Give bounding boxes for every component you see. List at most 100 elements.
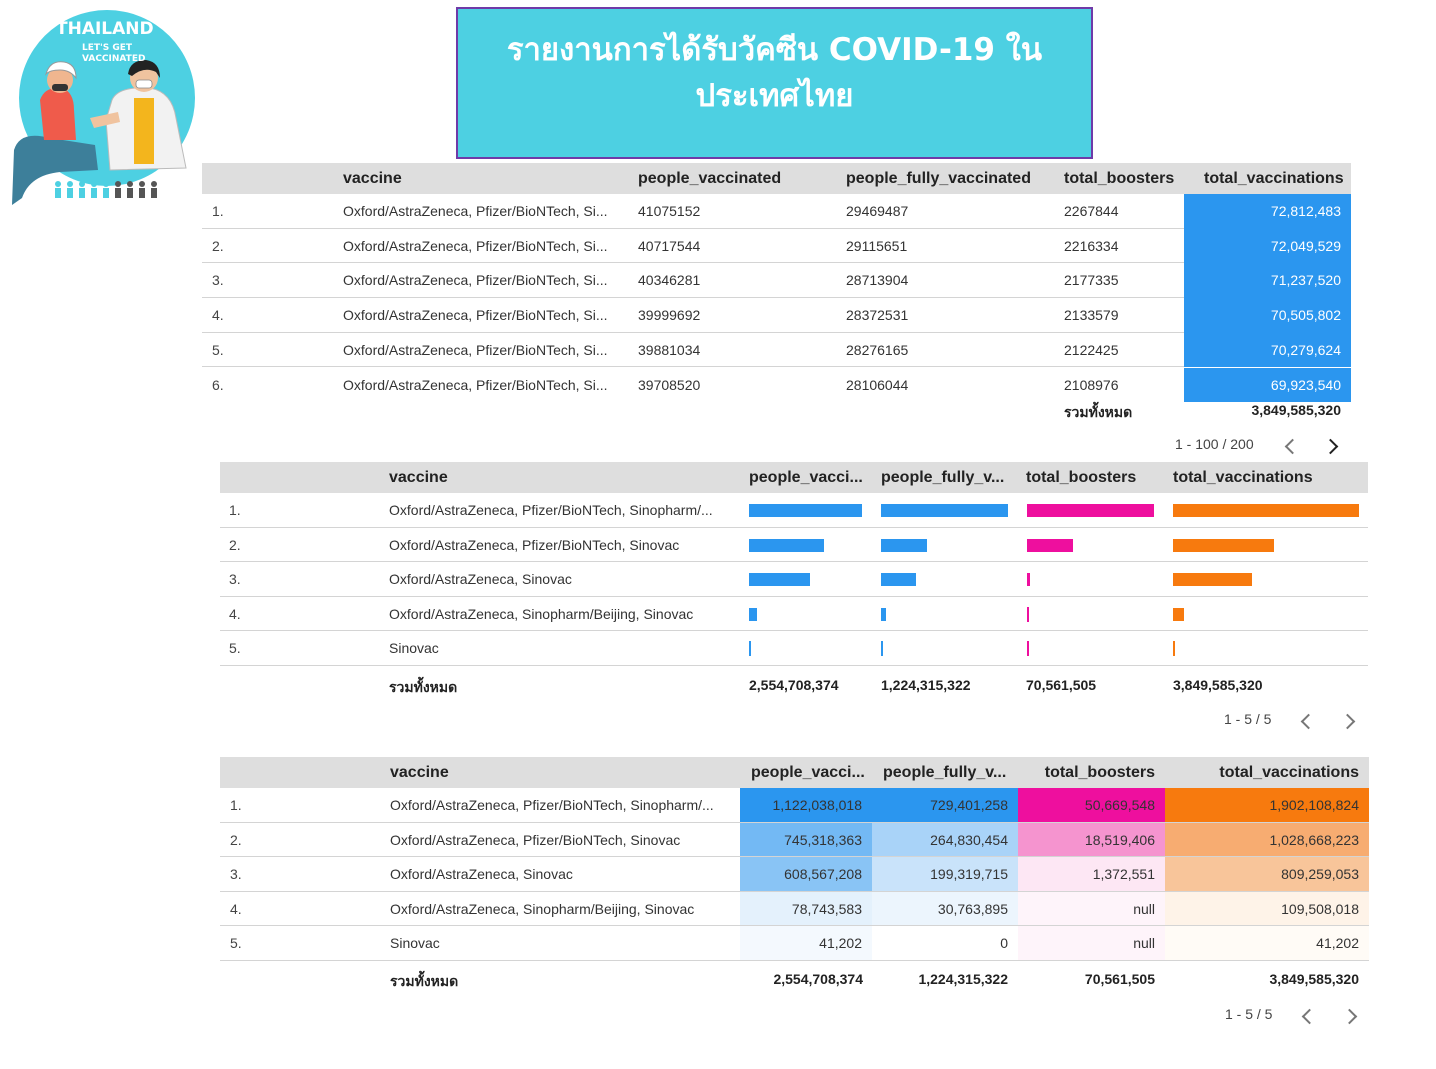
header-people-vaccinated[interactable]: people_vacci... [751, 757, 865, 788]
bar-total-boosters [1027, 606, 1029, 622]
table-row[interactable]: 3. Oxford/AstraZeneca, Pfizer/BioNTech, S… [202, 263, 1351, 299]
table-row[interactable]: 2. Oxford/AstraZeneca, Pfizer/BioNTech, S… [220, 528, 1368, 563]
bar-total-boosters [1027, 641, 1029, 657]
cell-total-boosters: 50,669,548 [1018, 788, 1165, 822]
header-total-boosters[interactable]: total_boosters [1018, 757, 1155, 788]
pagination-label: 1 - 5 / 5 [1225, 1006, 1273, 1022]
row-index: 3. [230, 866, 242, 883]
cell-total-vaccinations: 70,505,802 [1184, 298, 1351, 333]
header-total-vaccinations[interactable]: total_vaccinations [1204, 163, 1344, 194]
total-people-vaccinated: 2,554,708,374 [773, 971, 863, 987]
cell-total-vaccinations: 809,259,053 [1165, 857, 1369, 891]
table-row[interactable]: 1. Oxford/AstraZeneca, Pfizer/BioNTech, S… [220, 493, 1368, 528]
cell-vaccine: Oxford/AstraZeneca, Pfizer/BioNTech, Sin… [390, 831, 681, 848]
table-row[interactable]: 5. Oxford/AstraZeneca, Pfizer/BioNTech, S… [202, 332, 1351, 368]
header-vaccine[interactable]: vaccine [390, 757, 449, 788]
table-row[interactable]: 5. Sinovac 41,202 0 null 41,202 [220, 926, 1369, 961]
cell-people-fully-vaccinated: 29469487 [846, 203, 909, 219]
table-row[interactable]: 3. Oxford/AstraZeneca, Sinovac 608,567,208… [220, 857, 1369, 892]
cell-people-fully-vaccinated: 0 [872, 926, 1018, 960]
row-index: 1. [212, 203, 224, 219]
next-page-icon[interactable] [1341, 1008, 1358, 1025]
row-index: 4. [230, 900, 242, 917]
next-page-icon[interactable] [1339, 713, 1356, 730]
cell-people-fully-vaccinated: 28106044 [846, 376, 909, 393]
row-index: 6. [212, 376, 224, 393]
bar-people-fully-vaccinated [881, 641, 883, 657]
table-row[interactable]: 1. Oxford/AstraZeneca, Pfizer/BioNTech, S… [220, 788, 1369, 823]
bar-people-fully-vaccinated [881, 573, 916, 587]
cell-people-fully-vaccinated: 28372531 [846, 307, 909, 324]
logo-text-vaccinated: VACCINATED [82, 54, 145, 64]
cell-total-vaccinations: 71,237,520 [1184, 263, 1351, 299]
total-label: รวมทั้งหมด [1064, 404, 1133, 420]
cell-total-vaccinations: 72,812,483 [1184, 194, 1351, 229]
cell-total-vaccinations: 70,279,624 [1184, 332, 1351, 368]
header-total-boosters[interactable]: total_boosters [1026, 462, 1136, 493]
total-people-vaccinated: 2,554,708,374 [749, 677, 839, 693]
header-total-vaccinations[interactable]: total_vaccinations [1173, 462, 1313, 493]
header-people-vaccinated[interactable]: people_vacci... [749, 462, 863, 493]
header-people-fully-vaccinated[interactable]: people_fully_v... [883, 757, 1006, 788]
cell-people-vaccinated: 39999692 [638, 307, 701, 324]
header-total-vaccinations[interactable]: total_vaccinations [1165, 757, 1359, 788]
table-row[interactable]: 4. Oxford/AstraZeneca, Pfizer/BioNTech, S… [202, 298, 1351, 333]
cell-vaccine: Oxford/AstraZeneca, Pfizer/BioNTech, Si.… [343, 376, 608, 393]
row-index: 2. [230, 831, 242, 848]
table-row[interactable]: 3. Oxford/AstraZeneca, Sinovac [220, 562, 1368, 597]
cell-vaccine: Oxford/AstraZeneca, Pfizer/BioNTech, Si.… [343, 307, 608, 324]
table-row[interactable]: 5. Sinovac [220, 631, 1368, 666]
cell-total-boosters: 2216334 [1064, 237, 1119, 254]
vaccination-heatmap-table: vaccine people_vacci... people_fully_v..… [220, 757, 1369, 1037]
table-row[interactable]: 2. Oxford/AstraZeneca, Pfizer/BioNTech, S… [220, 822, 1369, 858]
cell-people-vaccinated: 1,122,038,018 [740, 788, 872, 822]
total-boosters: 70,561,505 [1084, 971, 1155, 987]
cell-people-vaccinated: 745,318,363 [740, 822, 872, 857]
table-row[interactable]: 2. Oxford/AstraZeneca, Pfizer/BioNTech, S… [202, 228, 1351, 264]
bar-total-vaccinations [1173, 607, 1184, 621]
cell-people-vaccinated: 78,743,583 [740, 891, 872, 926]
header-vaccine[interactable]: vaccine [343, 163, 402, 194]
vaccination-bar-table: vaccine people_vacci... people_fully_v..… [220, 462, 1368, 742]
total-boosters: 70,561,505 [1026, 677, 1097, 693]
bar-total-boosters [1027, 573, 1031, 587]
cell-people-fully-vaccinated: 264,830,454 [872, 822, 1018, 857]
cell-people-vaccinated: 41075152 [638, 203, 701, 219]
cell-people-vaccinated: 40717544 [638, 237, 701, 254]
cell-total-vaccinations: 41,202 [1165, 926, 1369, 960]
header-vaccine[interactable]: vaccine [389, 462, 448, 493]
table-row[interactable]: 4. Oxford/AstraZeneca, Sinopharm/Beijing,… [220, 891, 1369, 927]
header-people-vaccinated[interactable]: people_vaccinated [638, 163, 781, 194]
prev-page-icon[interactable] [1284, 438, 1301, 455]
row-index: 2. [229, 536, 241, 553]
total-vaccinations: 3,849,585,320 [1173, 677, 1263, 693]
cell-total-boosters: 2177335 [1064, 272, 1119, 289]
cell-people-vaccinated: 41,202 [740, 926, 872, 960]
total-people-fully-vaccinated: 1,224,315,322 [881, 677, 971, 693]
cell-vaccine: Oxford/AstraZeneca, Pfizer/BioNTech, Sin… [389, 502, 713, 518]
cell-total-vaccinations: 72,049,529 [1184, 228, 1351, 264]
cell-people-fully-vaccinated: 199,319,715 [872, 857, 1018, 891]
cell-vaccine: Oxford/AstraZeneca, Sinopharm/Beijing, S… [389, 605, 694, 622]
header-total-boosters[interactable]: total_boosters [1064, 163, 1174, 194]
cell-total-boosters: null [1018, 891, 1165, 926]
cell-vaccine: Oxford/AstraZeneca, Pfizer/BioNTech, Sin… [390, 797, 714, 813]
table-row[interactable]: 1. Oxford/AstraZeneca, Pfizer/BioNTech, S… [202, 194, 1351, 229]
bar-total-boosters [1027, 504, 1154, 517]
cell-vaccine: Oxford/AstraZeneca, Sinovac [390, 866, 573, 883]
prev-page-icon[interactable] [1301, 1008, 1318, 1025]
header-people-fully-vaccinated[interactable]: people_fully_v... [881, 462, 1004, 493]
row-index: 5. [229, 640, 241, 657]
table-row[interactable]: 4. Oxford/AstraZeneca, Sinopharm/Beijing,… [220, 597, 1368, 632]
cell-people-vaccinated: 608,567,208 [740, 857, 872, 891]
prev-page-icon[interactable] [1300, 713, 1317, 730]
cell-total-vaccinations: 69,923,540 [1184, 367, 1351, 403]
title-banner: รายงานการได้รับวัคซีน COVID-19 ใน ประเทศ… [456, 7, 1093, 159]
table-row[interactable]: 6. Oxford/AstraZeneca, Pfizer/BioNTech, S… [202, 367, 1351, 403]
header-people-fully-vaccinated[interactable]: people_fully_vaccinated [846, 163, 1031, 194]
cell-people-vaccinated: 39708520 [638, 376, 701, 393]
cell-vaccine: Oxford/AstraZeneca, Pfizer/BioNTech, Sin… [389, 536, 680, 553]
next-page-icon[interactable] [1322, 438, 1339, 455]
row-index: 5. [212, 341, 224, 358]
bar-people-vaccinated [749, 573, 811, 587]
